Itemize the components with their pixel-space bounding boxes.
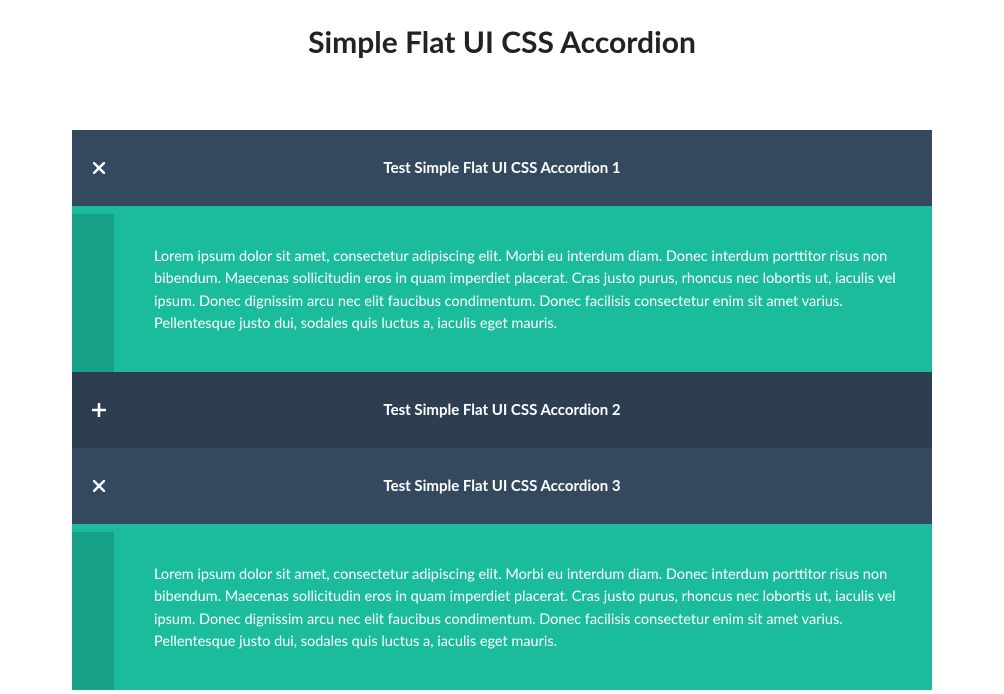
accordion-gap bbox=[72, 524, 932, 532]
accordion-body-1: Lorem ipsum dolor sit amet, consectetur … bbox=[72, 214, 932, 372]
accordion-content: Lorem ipsum dolor sit amet, consectetur … bbox=[114, 532, 932, 690]
accordion-header-3[interactable]: Test Simple Flat UI CSS Accordion 3 bbox=[72, 448, 932, 524]
accordion: Test Simple Flat UI CSS Accordion 1 Lore… bbox=[72, 130, 932, 690]
accordion-content: Lorem ipsum dolor sit amet, consectetur … bbox=[114, 214, 932, 372]
close-icon bbox=[72, 448, 126, 524]
accordion-side-accent bbox=[72, 214, 114, 372]
close-icon bbox=[72, 130, 126, 206]
accordion-title: Test Simple Flat UI CSS Accordion 2 bbox=[126, 401, 932, 419]
page-title: Simple Flat UI CSS Accordion bbox=[0, 24, 1004, 60]
accordion-title: Test Simple Flat UI CSS Accordion 1 bbox=[126, 159, 932, 177]
accordion-title: Test Simple Flat UI CSS Accordion 3 bbox=[126, 477, 932, 495]
accordion-header-1[interactable]: Test Simple Flat UI CSS Accordion 1 bbox=[72, 130, 932, 206]
accordion-header-2[interactable]: Test Simple Flat UI CSS Accordion 2 bbox=[72, 372, 932, 448]
plus-icon bbox=[72, 372, 126, 448]
accordion-gap bbox=[72, 206, 932, 214]
accordion-body-3: Lorem ipsum dolor sit amet, consectetur … bbox=[72, 532, 932, 690]
accordion-side-accent bbox=[72, 532, 114, 690]
